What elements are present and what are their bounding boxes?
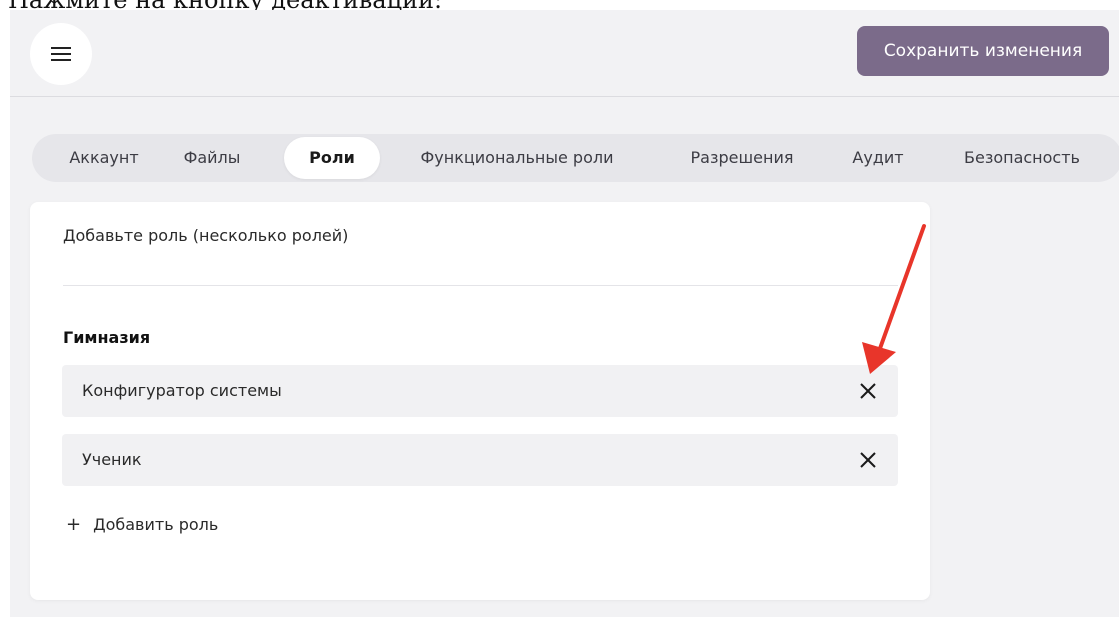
top-bar: Сохранить изменения <box>10 10 1119 97</box>
app-window: Сохранить изменения Аккаунт Файлы Роли Ф… <box>10 10 1119 617</box>
add-role-label: Добавить роль <box>93 515 219 534</box>
tab-functional-roles[interactable]: Функциональные роли <box>402 134 632 182</box>
remove-role-button[interactable] <box>854 377 882 405</box>
remove-role-button[interactable] <box>854 446 882 474</box>
menu-button[interactable] <box>30 23 92 85</box>
plus-icon: + <box>66 513 82 535</box>
role-label: Конфигуратор системы <box>82 381 282 400</box>
hamburger-menu-icon <box>51 47 71 61</box>
save-changes-button[interactable]: Сохранить изменения <box>857 26 1109 76</box>
role-row: Ученик <box>62 434 898 486</box>
tab-permissions[interactable]: Разрешения <box>672 134 812 182</box>
tab-account[interactable]: Аккаунт <box>52 134 156 182</box>
tab-bar: Аккаунт Файлы Роли Функциональные роли Р… <box>32 134 1119 182</box>
close-icon <box>860 452 876 468</box>
tab-files[interactable]: Файлы <box>172 134 252 182</box>
add-role-hint[interactable]: Добавьте роль (несколько ролей) <box>63 226 348 245</box>
tab-roles[interactable]: Роли <box>284 137 380 179</box>
role-label: Ученик <box>82 450 142 469</box>
roles-card: Добавьте роль (несколько ролей) Гимназия… <box>30 202 930 600</box>
tab-security[interactable]: Безопасность <box>952 134 1092 182</box>
tab-audit[interactable]: Аудит <box>838 134 918 182</box>
add-role-button[interactable]: + Добавить роль <box>66 515 218 534</box>
divider <box>63 285 898 286</box>
role-row: Конфигуратор системы <box>62 365 898 417</box>
group-title: Гимназия <box>63 328 151 347</box>
close-icon <box>860 383 876 399</box>
